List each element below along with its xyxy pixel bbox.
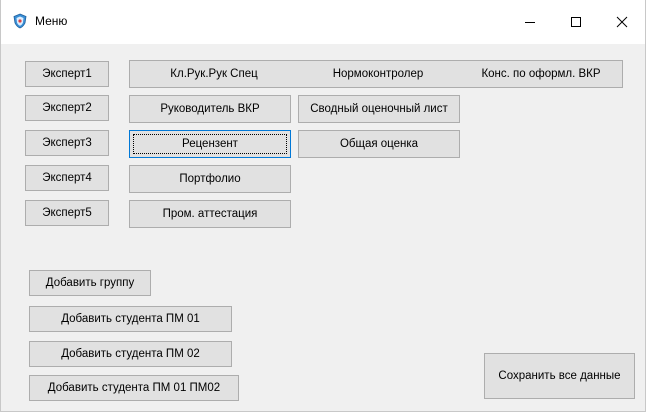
expert5-button[interactable]: Эксперт5	[25, 200, 109, 226]
recenzent-button[interactable]: Рецензент	[129, 130, 291, 158]
save-all-button[interactable]: Сохранить все данные	[484, 353, 635, 399]
svodny-list-button[interactable]: Сводный оценочный лист	[298, 95, 460, 123]
expert1-button[interactable]: Эксперт1	[25, 61, 109, 87]
kl-ruk-spec-button[interactable]: Кл.Рук.Рук Спец	[130, 61, 298, 87]
window-title: Меню	[35, 14, 68, 28]
prom-attestacia-button[interactable]: Пром. аттестация	[129, 200, 291, 228]
add-group-button[interactable]: Добавить группу	[29, 270, 151, 296]
obshaya-ocenka-button[interactable]: Общая оценка	[298, 130, 460, 158]
maximize-icon	[571, 17, 581, 27]
rukovoditel-vkr-button[interactable]: Руководитель ВКР	[129, 95, 291, 123]
add-student-pm02-button[interactable]: Добавить студента ПМ 02	[29, 341, 232, 367]
minimize-button[interactable]	[507, 0, 553, 44]
kons-vkr-button[interactable]: Конс. по оформл. ВКР	[458, 61, 624, 87]
expert2-button[interactable]: Эксперт2	[25, 95, 109, 121]
add-student-pm01-pm02-button[interactable]: Добавить студента ПМ 01 ПМ02	[29, 375, 239, 401]
title-bar[interactable]: Меню	[1, 0, 645, 44]
add-student-pm01-button[interactable]: Добавить студента ПМ 01	[29, 306, 232, 332]
minimize-icon	[525, 22, 535, 23]
shield-icon	[12, 13, 28, 29]
maximize-button[interactable]	[553, 0, 599, 44]
top-roles-row: Кл.Рук.Рук Спец Нормоконтролер Конс. по …	[129, 60, 623, 88]
close-button[interactable]	[599, 0, 645, 44]
expert4-button[interactable]: Эксперт4	[25, 165, 109, 191]
portfolio-button[interactable]: Портфолио	[129, 165, 291, 193]
normocontroler-button[interactable]: Нормоконтролер	[298, 61, 458, 87]
close-icon	[616, 16, 628, 28]
expert3-button[interactable]: Эксперт3	[25, 130, 109, 156]
menu-window: Меню Эксперт1 Эксперт2 Эксперт3 Эксперт4…	[0, 0, 646, 412]
